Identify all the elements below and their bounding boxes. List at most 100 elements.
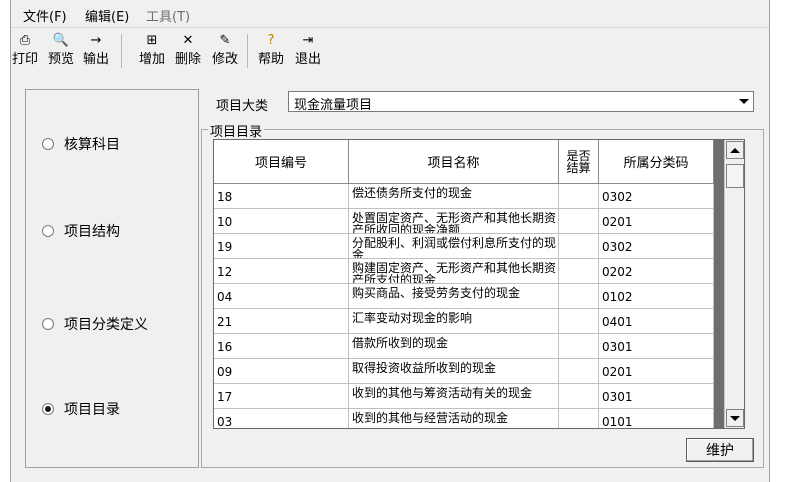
preview-button[interactable]: 🔍 预览 bbox=[44, 32, 78, 70]
exit-button[interactable]: ⇥ 退出 bbox=[291, 32, 325, 70]
cell-name[interactable]: 收到的其他与经营活动的现金 bbox=[349, 409, 559, 428]
cell-settled[interactable] bbox=[559, 184, 599, 209]
export-icon: → bbox=[90, 33, 102, 48]
table-row[interactable]: 04 购买商品、接受劳务支付的现金 0102 bbox=[214, 284, 714, 309]
table-row[interactable]: 09 取得投资收益所收到的现金 0201 bbox=[214, 359, 714, 384]
radio-button[interactable] bbox=[42, 318, 54, 330]
cell-category[interactable]: 0302 bbox=[599, 184, 714, 209]
cell-code[interactable]: 19 bbox=[214, 234, 349, 259]
cell-text bbox=[559, 409, 598, 416]
cell-name[interactable]: 处置固定资产、无形资产和其他长期资产所收回的现金净额 bbox=[349, 209, 559, 234]
cell-category[interactable]: 0301 bbox=[599, 384, 714, 409]
menu-edit[interactable]: 编辑(E) bbox=[85, 6, 129, 25]
cell-code[interactable]: 17 bbox=[214, 384, 349, 409]
help-button[interactable]: ? 帮助 bbox=[254, 32, 288, 70]
radio-item-category-definition[interactable]: 项目分类定义 bbox=[42, 314, 148, 334]
cell-category[interactable]: 0201 bbox=[599, 209, 714, 234]
edit-button[interactable]: ✎ 修改 bbox=[208, 32, 242, 70]
cell-name[interactable]: 购建固定资产、无形资产和其他长期资产所支付的现金 bbox=[349, 259, 559, 284]
cell-code[interactable]: 10 bbox=[214, 209, 349, 234]
cell-name[interactable]: 购买商品、接受劳务支付的现金 bbox=[349, 284, 559, 309]
cell-settled[interactable] bbox=[559, 259, 599, 284]
radio-button[interactable] bbox=[42, 138, 54, 150]
add-button[interactable]: ⊞ 增加 bbox=[135, 32, 169, 70]
cell-settled[interactable] bbox=[559, 284, 599, 309]
cell-settled[interactable] bbox=[559, 334, 599, 359]
cell-name[interactable]: 偿还债务所支付的现金 bbox=[349, 184, 559, 209]
cell-settled[interactable] bbox=[559, 209, 599, 234]
cell-code[interactable]: 09 bbox=[214, 359, 349, 384]
cell-settled[interactable] bbox=[559, 309, 599, 334]
cell-name[interactable]: 收到的其他与筹资活动有关的现金 bbox=[349, 384, 559, 409]
table-row[interactable]: 17 收到的其他与筹资活动有关的现金 0301 bbox=[214, 384, 714, 409]
scroll-down-icon[interactable] bbox=[726, 409, 744, 427]
scroll-up-icon[interactable] bbox=[726, 141, 744, 159]
print-button[interactable]: ⎙ 打印 bbox=[8, 32, 42, 70]
cell-code[interactable]: 12 bbox=[214, 259, 349, 284]
delete-button[interactable]: ✕ 删除 bbox=[171, 32, 205, 70]
menu-file[interactable]: 文件(F) bbox=[23, 6, 67, 25]
cell-text: 0201 bbox=[602, 215, 633, 229]
cell-category[interactable]: 0401 bbox=[599, 309, 714, 334]
column-header-name[interactable]: 项目名称 bbox=[349, 140, 559, 184]
radio-item-structure[interactable]: 项目结构 bbox=[42, 221, 120, 241]
radio-item-directory[interactable]: 项目目录 bbox=[42, 399, 120, 419]
table-row[interactable]: 16 借款所收到的现金 0301 bbox=[214, 334, 714, 359]
maintain-button[interactable]: 维护 bbox=[686, 438, 754, 462]
category-label: 项目大类 bbox=[216, 99, 269, 114]
cell-text bbox=[559, 209, 598, 216]
cell-category[interactable]: 0301 bbox=[599, 334, 714, 359]
cell-text: 0302 bbox=[602, 240, 633, 254]
cell-category[interactable]: 0102 bbox=[599, 284, 714, 309]
cell-code[interactable]: 04 bbox=[214, 284, 349, 309]
radio-button-checked[interactable] bbox=[42, 403, 54, 415]
cell-code[interactable]: 21 bbox=[214, 309, 349, 334]
cell-text: 购买商品、接受劳务支付的现金 bbox=[352, 286, 521, 300]
cell-code[interactable]: 18 bbox=[214, 184, 349, 209]
cell-settled[interactable] bbox=[559, 384, 599, 409]
column-header-category[interactable]: 所属分类码 bbox=[599, 140, 714, 184]
printer-icon: ⎙ bbox=[19, 33, 31, 48]
menu-tools[interactable]: 工具(T) bbox=[146, 6, 190, 25]
toolbar: ⎙ 打印 🔍 预览 → 输出 ⊞ 增加 ✕ 删除 ✎ 修改 ? 帮助 ⇥ 退出 bbox=[11, 27, 769, 73]
export-button[interactable]: → 输出 bbox=[79, 32, 113, 70]
table-row[interactable]: 03 收到的其他与经营活动的现金 0101 bbox=[214, 409, 714, 429]
cell-category[interactable]: 0302 bbox=[599, 234, 714, 259]
cell-settled[interactable] bbox=[559, 359, 599, 384]
table-row[interactable]: 12 购建固定资产、无形资产和其他长期资产所支付的现金 0202 bbox=[214, 259, 714, 284]
cell-text: 偿还债务所支付的现金 bbox=[352, 186, 473, 200]
cell-code[interactable]: 16 bbox=[214, 334, 349, 359]
table-row[interactable]: 21 汇率变动对现金的影响 0401 bbox=[214, 309, 714, 334]
edit-icon: ✎ bbox=[219, 33, 231, 48]
cell-text bbox=[559, 359, 598, 366]
cell-text bbox=[559, 384, 598, 391]
cell-text: 收到的其他与经营活动的现金 bbox=[352, 411, 509, 425]
cell-settled[interactable] bbox=[559, 409, 599, 428]
cell-category[interactable]: 0202 bbox=[599, 259, 714, 284]
chevron-down-icon[interactable] bbox=[735, 92, 753, 111]
radio-accounting-subject[interactable]: 核算科目 bbox=[42, 134, 120, 154]
cell-settled[interactable] bbox=[559, 234, 599, 259]
cell-code[interactable]: 03 bbox=[214, 409, 349, 428]
cell-text: 收到的其他与筹资活动有关的现金 bbox=[352, 386, 533, 400]
vertical-scrollbar[interactable] bbox=[724, 140, 744, 428]
cell-name[interactable]: 分配股利、利润或偿付利息所支付的现金 bbox=[349, 234, 559, 259]
cell-text: 0101 bbox=[602, 415, 633, 429]
category-select[interactable]: 现金流量项目 bbox=[288, 91, 754, 113]
column-header-settled[interactable]: 是否结算 bbox=[559, 140, 599, 184]
column-header-code[interactable]: 项目编号 bbox=[214, 140, 349, 184]
radio-button[interactable] bbox=[42, 225, 54, 237]
cell-name[interactable]: 借款所收到的现金 bbox=[349, 334, 559, 359]
scroll-thumb[interactable] bbox=[726, 164, 744, 188]
table-row[interactable]: 19 分配股利、利润或偿付利息所支付的现金 0302 bbox=[214, 234, 714, 259]
cell-text: 16 bbox=[217, 340, 233, 354]
table-row[interactable]: 10 处置固定资产、无形资产和其他长期资产所收回的现金净额 0201 bbox=[214, 209, 714, 234]
table-row[interactable]: 18 偿还债务所支付的现金 0302 bbox=[214, 184, 714, 209]
cell-name[interactable]: 取得投资收益所收到的现金 bbox=[349, 359, 559, 384]
cell-category[interactable]: 0101 bbox=[599, 409, 714, 429]
directory-group-title: 项目目录 bbox=[208, 121, 265, 140]
help-icon: ? bbox=[267, 33, 275, 48]
add-icon: ⊞ bbox=[146, 33, 158, 48]
cell-category[interactable]: 0201 bbox=[599, 359, 714, 384]
cell-name[interactable]: 汇率变动对现金的影响 bbox=[349, 309, 559, 334]
